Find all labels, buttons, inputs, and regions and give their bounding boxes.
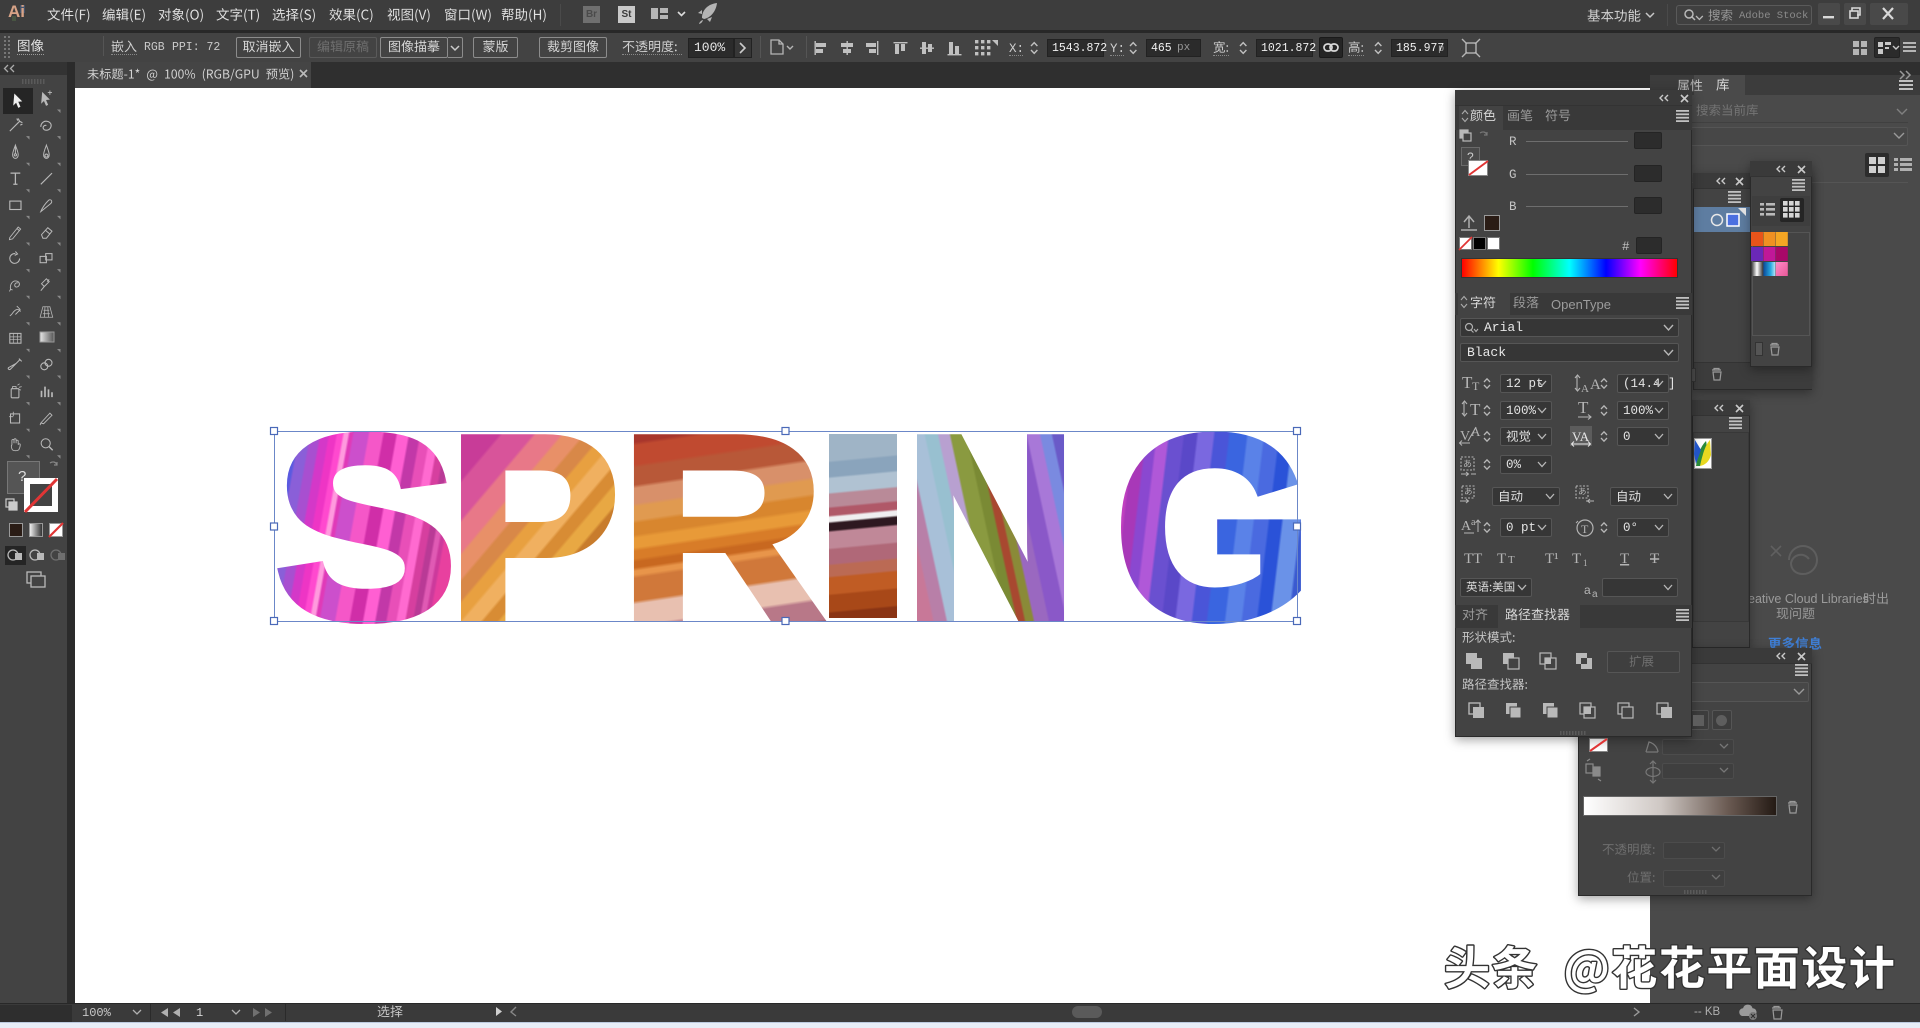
svg-text:G: G — [1114, 381, 1314, 674]
svg-text:S: S — [274, 382, 458, 675]
svg-text:P: P — [447, 382, 620, 674]
svg-text:R: R — [619, 381, 826, 674]
svg-text:N: N — [904, 382, 1077, 674]
